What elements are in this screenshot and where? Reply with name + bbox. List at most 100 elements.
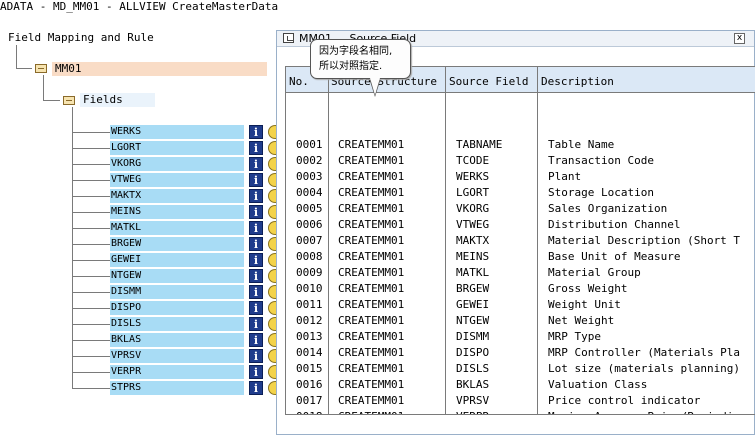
tree-node-mm01[interactable]: MM01 [52, 62, 267, 76]
rule-icon[interactable] [268, 157, 276, 171]
rule-icon[interactable] [268, 317, 276, 331]
rule-icon[interactable] [268, 285, 276, 299]
rule-icon[interactable] [268, 205, 276, 219]
table-row[interactable]: 0011 CREATEMM01 GEWEI Weight Unit [286, 297, 755, 313]
table-row[interactable]: 0004 CREATEMM01 LGORT Storage Location [286, 185, 755, 201]
tree-line [43, 75, 44, 101]
rule-icon[interactable] [268, 333, 276, 347]
cell-no: 0003 [296, 170, 323, 183]
info-icon[interactable]: i [249, 237, 263, 251]
table-row[interactable]: 0012 CREATEMM01 NTGEW Net Weight [286, 313, 755, 329]
rule-icon[interactable] [268, 349, 276, 363]
table-row[interactable]: 0015 CREATEMM01 DISLS Lot size (materials p… [286, 361, 755, 377]
folder-icon[interactable] [35, 64, 47, 73]
rule-icon[interactable] [268, 125, 276, 139]
tree-line [72, 132, 110, 133]
info-icon[interactable]: i [249, 333, 263, 347]
close-button[interactable]: x [734, 33, 745, 44]
cell-source-field: WERKS [456, 170, 490, 183]
info-icon[interactable]: i [249, 157, 263, 171]
tree-field-item[interactable]: BRGEW [110, 237, 244, 251]
folder-icon[interactable] [63, 96, 75, 105]
rule-icon[interactable] [268, 141, 276, 155]
info-icon[interactable]: i [249, 285, 263, 299]
cell-description: Material Description (Short T [548, 234, 741, 247]
info-icon[interactable]: i [249, 381, 263, 395]
cell-no: 0002 [296, 154, 323, 167]
rule-icon[interactable] [268, 365, 276, 379]
rule-icon[interactable] [268, 269, 276, 283]
tree-node-fields[interactable]: Fields [80, 93, 155, 107]
rule-icon[interactable] [268, 173, 276, 187]
info-icon[interactable]: i [249, 365, 263, 379]
tree-field-item[interactable]: LGORT [110, 141, 244, 155]
cell-source-field: VPRSV [456, 394, 490, 407]
rule-icon[interactable] [268, 189, 276, 203]
info-icon[interactable]: i [249, 221, 263, 235]
info-icon[interactable]: i [249, 317, 263, 331]
table-row[interactable]: 0014 CREATEMM01 DISPO MRP Controller (Mater… [286, 345, 755, 361]
cell-source-structure: CREATEMM01 [338, 218, 405, 231]
window-icon [283, 33, 294, 43]
tree-field-item[interactable]: VTWEG [110, 173, 244, 187]
table-row[interactable]: 0010 CREATEMM01 BRGEW Gross Weight [286, 281, 755, 297]
cell-source-structure: CREATEMM01 [338, 409, 404, 414]
table-row[interactable]: 0017 CREATEMM01 VPRSV Price control indicat… [286, 393, 755, 409]
tree-field-item[interactable]: MATKL [110, 221, 244, 235]
cell-source-structure: CREATEMM01 [338, 394, 405, 407]
cell-source-structure: CREATEMM01 [338, 298, 405, 311]
cell-no: 0014 [296, 346, 323, 359]
tree-field-item[interactable]: DISMM [110, 285, 244, 299]
tree-field-item[interactable]: NTGEW [110, 269, 244, 283]
rule-icon[interactable] [268, 301, 276, 315]
tree-field-item[interactable]: VERPR [110, 365, 244, 379]
table-row[interactable]: 0009 CREATEMM01 MATKL Material Group [286, 265, 755, 281]
column-header-source-field[interactable]: Source Field [446, 67, 528, 92]
cell-source-structure: CREATEMM01 [338, 154, 405, 167]
table-row[interactable]: 0003 CREATEMM01 WERKS Plant [286, 169, 755, 185]
tree-field-item[interactable]: WERKS [110, 125, 244, 139]
table-row[interactable]: 0018 CREATEMM01 VERPR Moving Average Price/… [286, 409, 755, 414]
table-row[interactable]: 0005 CREATEMM01 VKORG Sales Organization [286, 201, 755, 217]
column-header-description[interactable]: Description [538, 67, 614, 92]
info-icon[interactable]: i [249, 301, 263, 315]
cell-source-structure: CREATEMM01 [338, 282, 405, 295]
info-icon[interactable]: i [249, 205, 263, 219]
tree-line [72, 292, 110, 293]
info-icon[interactable]: i [249, 173, 263, 187]
tree-line [72, 212, 110, 213]
tree-root-label[interactable]: Field Mapping and Rule [8, 31, 154, 44]
cell-no: 0005 [296, 202, 323, 215]
info-icon[interactable]: i [249, 189, 263, 203]
table-row[interactable]: 0001 CREATEMM01 TABNAME Table Name [286, 137, 755, 153]
table-row[interactable]: 0013 CREATEMM01 DISMM MRP Type [286, 329, 755, 345]
info-icon[interactable]: i [249, 349, 263, 363]
tree-field-item[interactable]: MEINS [110, 205, 244, 219]
tree-field-item[interactable]: DISPO [110, 301, 244, 315]
cell-description: Price control indicator [548, 394, 701, 407]
info-icon[interactable]: i [249, 253, 263, 267]
table-row[interactable]: 0007 CREATEMM01 MAKTX Material Description … [286, 233, 755, 249]
tree-field-item[interactable]: DISLS [110, 317, 244, 331]
table-row[interactable]: 0008 CREATEMM01 MEINS Base Unit of Measure [286, 249, 755, 265]
table-row[interactable]: 0002 CREATEMM01 TCODE Transaction Code [286, 153, 755, 169]
table-row[interactable]: 0006 CREATEMM01 VTWEG Distribution Channel [286, 217, 755, 233]
rule-icon[interactable] [268, 237, 276, 251]
cell-description: Weight Unit [548, 298, 621, 311]
tree-field-item[interactable]: STPRS [110, 381, 244, 395]
column-header-no[interactable]: No. [286, 67, 309, 92]
tree-field-item[interactable]: MAKTX [110, 189, 244, 203]
tree-field-item[interactable]: VKORG [110, 157, 244, 171]
tree-line [72, 372, 110, 373]
rule-icon[interactable] [268, 221, 276, 235]
rule-icon[interactable] [268, 253, 276, 267]
info-icon[interactable]: i [249, 125, 263, 139]
info-icon[interactable]: i [249, 269, 263, 283]
table-row[interactable]: 0016 CREATEMM01 BKLAS Valuation Class [286, 377, 755, 393]
tree-field-item[interactable]: VPRSV [110, 349, 244, 363]
cell-description: Transaction Code [548, 154, 654, 167]
tree-field-item[interactable]: BKLAS [110, 333, 244, 347]
tree-field-item[interactable]: GEWEI [110, 253, 244, 267]
rule-icon[interactable] [268, 381, 276, 395]
info-icon[interactable]: i [249, 141, 263, 155]
